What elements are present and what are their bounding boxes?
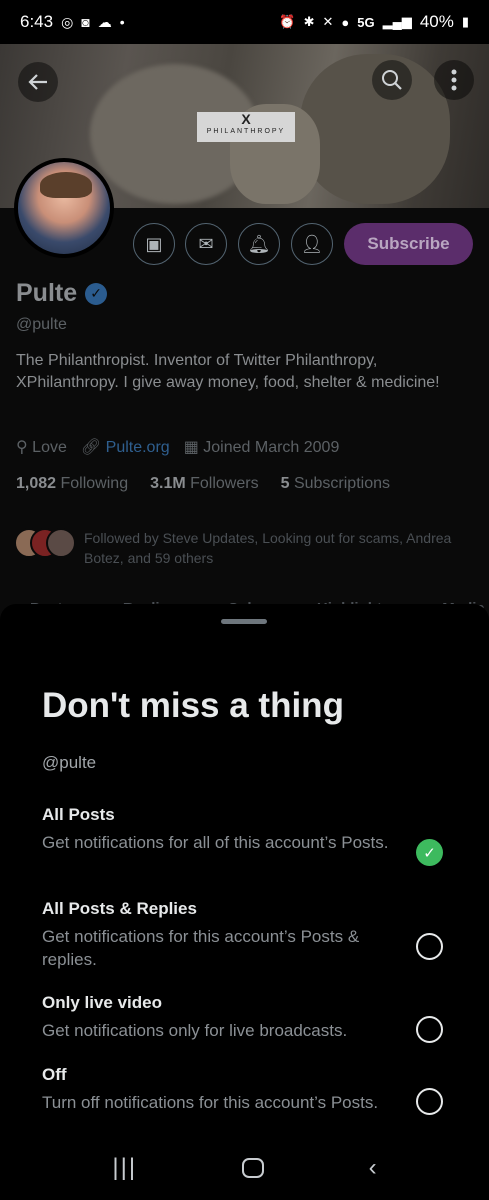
option-live-video[interactable]: Only live video Get notifications only f… <box>42 993 452 1043</box>
avatar[interactable] <box>14 158 114 258</box>
mute-icon: ✕ <box>322 14 334 29</box>
weather-icon: ☁ <box>97 13 112 30</box>
following-count: 1,082 <box>16 475 57 492</box>
option-title: All Posts <box>42 805 115 824</box>
person-check-icon: 👤︎ <box>300 233 324 254</box>
bluetooth-icon: ✱ <box>303 14 315 29</box>
location-pin-icon: ⚲ <box>16 439 28 456</box>
back-icon[interactable]: ‹ <box>369 1154 377 1182</box>
network-label: 5G <box>357 14 375 30</box>
profile-bio: The Philanthropist. Inventor of Twitter … <box>16 352 440 391</box>
subscribe-button[interactable]: Subscribe <box>344 223 473 265</box>
tip-button[interactable]: ▣ <box>133 223 175 265</box>
money-icon: ▣ <box>145 233 163 254</box>
signal-icon: ▂▄▆ <box>382 14 412 29</box>
location-icon: ● <box>341 14 350 30</box>
profile-name: Pulte ✓ <box>16 279 108 308</box>
search-button[interactable] <box>372 60 412 100</box>
subscriptions-label: Subscriptions <box>293 475 390 492</box>
banner-logo-x: X <box>241 111 251 127</box>
status-time: 6:43 <box>20 12 54 31</box>
followers-stat[interactable]: 3.1M Followers <box>150 475 259 493</box>
option-all-posts[interactable]: All Posts Get notifications for all of t… <box>42 805 452 866</box>
option-desc: Turn off notifications for this account’… <box>42 1093 379 1112</box>
sheet-drag-handle[interactable] <box>221 619 267 624</box>
dot-icon: • <box>119 14 125 30</box>
profile-joined: Joined March 2009 <box>203 439 340 456</box>
mail-icon: ✉ <box>198 233 214 254</box>
message-button[interactable]: ✉ <box>185 223 227 265</box>
more-vertical-icon <box>451 69 457 91</box>
recent-apps-icon[interactable]: ||| <box>112 1154 137 1182</box>
followed-by-text: Followed by Steve Updates, Looking out f… <box>84 530 452 566</box>
banner-logo-text: PHILANTHROPY <box>206 128 286 135</box>
following-stat[interactable]: 1,082 Following <box>16 475 128 493</box>
following-label: Following <box>60 475 129 492</box>
option-desc: Get notifications only for live broadcas… <box>42 1021 348 1040</box>
system-nav-bar: ||| ‹ <box>0 1136 489 1200</box>
option-title: Only live video <box>42 993 162 1012</box>
radio-unselected[interactable] <box>416 1016 443 1043</box>
option-desc: Get notifications for this account’s Pos… <box>42 927 360 969</box>
link-icon: 🔗︎ <box>80 439 102 456</box>
profile-location: Love <box>32 439 67 456</box>
subscriptions-count: 5 <box>280 475 290 492</box>
discord-icon: ◙ <box>81 14 90 30</box>
followers-count: 3.1M <box>150 475 186 492</box>
arrow-left-icon <box>28 74 47 90</box>
back-button[interactable] <box>18 62 58 102</box>
profile-website-link[interactable]: Pulte.org <box>106 439 170 456</box>
followers-label: Followers <box>190 475 259 492</box>
bell-icon: 🔔︎ <box>247 233 271 254</box>
home-icon[interactable] <box>241 1158 264 1178</box>
notifications-sheet: Don't miss a thing @pulte All Posts Get … <box>0 604 489 1200</box>
option-title: All Posts & Replies <box>42 899 197 918</box>
profile-handle: @pulte <box>16 316 67 333</box>
sheet-handle: @pulte <box>42 753 97 772</box>
status-bar: 6:43 ◎ ◙ ☁ • ⏰ ✱ ✕ ● 5G ▂▄▆ 40% ▮ <box>0 0 489 44</box>
option-title: Off <box>42 1065 67 1084</box>
more-button[interactable] <box>434 60 474 100</box>
option-off[interactable]: Off Turn off notifications for this acco… <box>42 1065 452 1115</box>
followers-avatars <box>14 528 76 558</box>
alarm-icon: ⏰ <box>279 14 296 29</box>
battery-icon: ▮ <box>461 14 469 29</box>
option-desc: Get notifications for all of this accoun… <box>42 833 389 852</box>
profile-name-text: Pulte <box>16 279 78 307</box>
option-all-posts-replies[interactable]: All Posts & Replies Get notifications fo… <box>42 899 452 971</box>
radio-unselected[interactable] <box>416 933 443 960</box>
sheet-title: Don't miss a thing <box>42 686 344 725</box>
radio-selected[interactable]: ✓ <box>416 839 443 866</box>
profile-stats: 1,082 Following 3.1M Followers 5 Subscri… <box>16 475 390 493</box>
banner-logo: X PHILANTHROPY <box>197 112 295 142</box>
search-icon <box>382 70 402 90</box>
battery-percent: 40% <box>419 12 454 31</box>
following-button[interactable]: 👤︎ <box>291 223 333 265</box>
profile-meta: ⚲ Love 🔗︎ Pulte.org ▦ Joined March 2009 <box>16 437 339 457</box>
notifications-button[interactable]: 🔔︎ <box>238 223 280 265</box>
verified-badge-icon: ✓ <box>85 282 108 305</box>
radio-unselected[interactable] <box>416 1088 443 1115</box>
checkmark-icon: ✓ <box>423 844 436 862</box>
calendar-icon: ▦ <box>183 439 199 456</box>
followed-by[interactable]: Followed by Steve Updates, Looking out f… <box>14 528 454 568</box>
subscriptions-stat[interactable]: 5 Subscriptions <box>281 475 390 493</box>
instagram-icon: ◎ <box>61 13 74 30</box>
profile-background: X PHILANTHROPY ▣ ✉ 🔔︎ 👤︎ Subscribe Pulte… <box>0 44 489 634</box>
